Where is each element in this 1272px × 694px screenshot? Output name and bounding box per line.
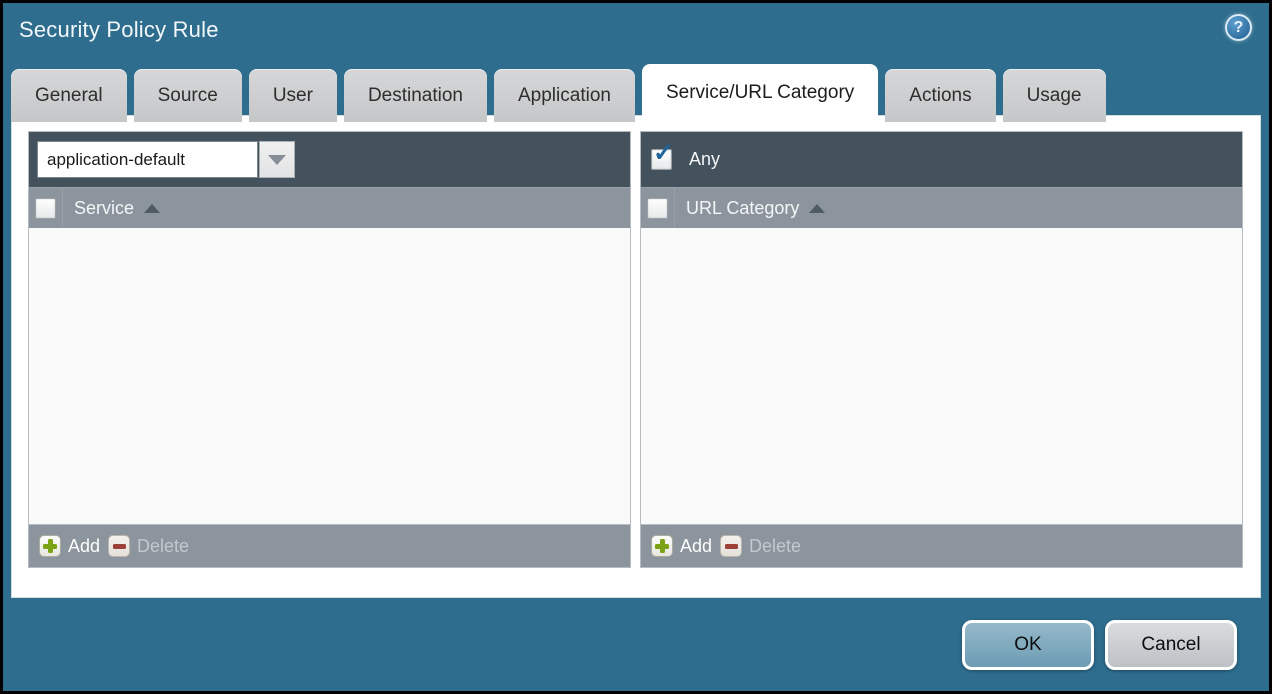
- ok-button[interactable]: OK: [962, 620, 1094, 670]
- service-mode-combobox: [37, 141, 295, 178]
- url-category-column-header-row: URL Category: [641, 187, 1242, 228]
- service-mode-dropdown-button[interactable]: [259, 141, 295, 178]
- tab-application[interactable]: Application: [494, 69, 635, 122]
- screenshot-frame: Security Policy Rule ? General Source Us…: [0, 0, 1272, 694]
- tab-user[interactable]: User: [249, 69, 337, 122]
- any-checkbox[interactable]: ✓: [651, 149, 672, 170]
- help-icon[interactable]: ?: [1225, 14, 1252, 41]
- security-policy-rule-dialog: Security Policy Rule ? General Source Us…: [3, 3, 1269, 691]
- service-column-header-row: Service: [29, 187, 630, 228]
- sort-ascending-icon: [144, 204, 160, 213]
- service-panel-footer: Add Delete: [29, 524, 630, 567]
- add-plus-icon: [651, 535, 673, 557]
- service-panel: Service Add Delete: [28, 131, 631, 568]
- url-category-panel-footer: Add Delete: [641, 524, 1242, 567]
- url-category-delete-button[interactable]: Delete: [720, 535, 801, 557]
- any-label: Any: [689, 149, 720, 170]
- tab-bar: General Source User Destination Applicat…: [11, 64, 1106, 122]
- url-category-select-all-cell: [641, 188, 675, 228]
- dialog-title: Security Policy Rule: [19, 17, 219, 43]
- tab-actions[interactable]: Actions: [885, 69, 995, 122]
- checkmark-icon: ✓: [653, 141, 674, 166]
- tab-source[interactable]: Source: [134, 69, 242, 122]
- tab-service-url-category[interactable]: Service/URL Category: [642, 64, 878, 122]
- url-category-panel: ✓ Any URL Category: [640, 131, 1243, 568]
- tab-general[interactable]: General: [11, 69, 127, 122]
- url-category-add-button[interactable]: Add: [651, 535, 712, 557]
- chevron-down-icon: [268, 155, 286, 165]
- delete-minus-icon: [720, 535, 742, 557]
- tab-destination[interactable]: Destination: [344, 69, 487, 122]
- any-row: ✓ Any: [649, 149, 720, 170]
- delete-minus-icon: [108, 535, 130, 557]
- service-list-body[interactable]: [29, 228, 630, 524]
- service-add-button[interactable]: Add: [39, 535, 100, 557]
- cancel-button[interactable]: Cancel: [1105, 620, 1237, 670]
- tab-usage[interactable]: Usage: [1003, 69, 1106, 122]
- url-category-panel-header: ✓ Any: [641, 132, 1242, 187]
- service-delete-button[interactable]: Delete: [108, 535, 189, 557]
- tab-content-area: Service Add Delete: [11, 115, 1261, 598]
- add-plus-icon: [39, 535, 61, 557]
- service-select-all-cell: [29, 188, 63, 228]
- service-mode-input[interactable]: [37, 141, 258, 178]
- url-category-list-body[interactable]: [641, 228, 1242, 524]
- sort-ascending-icon: [809, 204, 825, 213]
- url-category-select-all-checkbox[interactable]: [647, 198, 668, 219]
- service-panel-header: [29, 132, 630, 187]
- service-column-label[interactable]: Service: [74, 198, 160, 219]
- service-select-all-checkbox[interactable]: [35, 198, 56, 219]
- url-category-column-label[interactable]: URL Category: [686, 198, 825, 219]
